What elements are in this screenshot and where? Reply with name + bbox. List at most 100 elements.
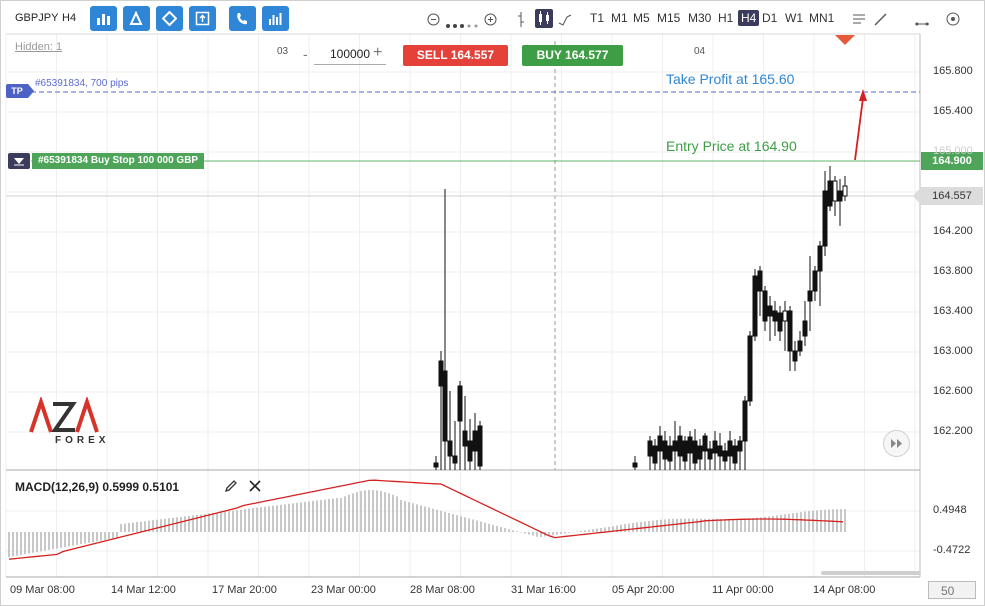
candle-body [767, 305, 773, 317]
candle-body [762, 290, 768, 322]
arrow-down-icon [14, 158, 24, 166]
candle-body [747, 335, 753, 402]
candle-body [467, 440, 473, 462]
candle-body [452, 455, 458, 464]
price-tick: 163.800 [933, 265, 973, 277]
candle-body [782, 310, 788, 322]
candle-body [787, 310, 793, 352]
zoom-level-box[interactable]: 50 [928, 581, 976, 599]
hidden-objects-link[interactable]: Hidden: 1 [15, 41, 62, 53]
candle-body [722, 450, 728, 462]
buy-button[interactable]: BUY 164.577 [522, 45, 623, 66]
date-tick: 11 Apr 00:00 [712, 584, 774, 596]
quantity-plus-button[interactable]: + [373, 44, 382, 62]
candle-body [457, 385, 463, 422]
date-tick: 31 Mar 16:00 [511, 584, 576, 596]
candle-body [442, 370, 448, 442]
scroll-to-end-button[interactable] [883, 430, 910, 457]
sell-button[interactable]: SELL 164.557 [403, 45, 508, 66]
candle-body [797, 340, 803, 352]
candle-body [667, 445, 673, 462]
order-label[interactable]: #65391834 Buy Stop 100 000 GBP [32, 153, 205, 169]
candle-body [822, 190, 828, 247]
candle-body [472, 430, 478, 452]
candle-body [647, 440, 653, 457]
candle-body [632, 462, 638, 468]
candle-body [732, 445, 738, 464]
candle-body [692, 440, 698, 464]
date-tick: 14 Apr 08:00 [813, 584, 876, 596]
candle-body [842, 185, 848, 197]
fast-forward-icon [891, 439, 902, 448]
candle-body [812, 270, 818, 292]
candle-body [752, 275, 758, 337]
edit-indicator-icon[interactable] [224, 479, 238, 498]
candle-body [477, 425, 483, 467]
candle-body [792, 350, 798, 362]
chart-grid [5, 34, 920, 577]
logo-subtext: FOREX [55, 435, 110, 446]
candle-body [757, 270, 763, 292]
tp-tag[interactable]: TP [6, 84, 28, 98]
date-tick: 09 Mar 08:00 [10, 584, 75, 596]
candle-body [727, 440, 733, 457]
price-tick: 162.600 [933, 385, 973, 397]
tp-order-text: #65391834, 700 pips [35, 78, 129, 89]
candle-body [737, 440, 743, 452]
candle-body [447, 440, 453, 457]
session-label-right: 04 [694, 46, 706, 57]
date-tick: 28 Mar 08:00 [410, 584, 475, 596]
candle-body [807, 290, 813, 302]
candle-body [682, 440, 688, 462]
price-tick: 165.000 [933, 145, 973, 157]
price-chart[interactable] [1, 1, 984, 605]
logo-graphic [29, 395, 99, 433]
horizontal-scrollbar[interactable] [821, 571, 921, 575]
candle-body [712, 440, 718, 454]
candle-body [462, 430, 468, 447]
candle-body [652, 445, 658, 464]
date-tick: 14 Mar 12:00 [111, 584, 176, 596]
current-price-tag: 164.557 [921, 187, 983, 205]
entry-price-annotation: Entry Price at 164.90 [666, 138, 797, 154]
candle-body [707, 448, 713, 460]
candle-body [777, 312, 783, 332]
tp-arrow-head [859, 89, 867, 101]
candle-body [717, 445, 723, 457]
date-tick: 17 Mar 20:00 [212, 584, 277, 596]
candle-body [702, 435, 708, 452]
macd-tick: 0.4948 [933, 504, 967, 516]
price-tick: 164.200 [933, 225, 973, 237]
candle-body [657, 435, 663, 452]
candle-body [662, 440, 668, 460]
candle-body [832, 180, 838, 202]
macd-label: MACD(12,26,9) 0.5999 0.5101 [15, 480, 180, 494]
quantity-minus-button[interactable]: - [303, 46, 308, 62]
macd-histogram [8, 490, 846, 558]
price-tick: 163.400 [933, 305, 973, 317]
candle-body [802, 320, 808, 337]
candle-body [677, 435, 683, 457]
tp-arrow-line [854, 97, 864, 161]
candle-body [438, 360, 444, 387]
candle-body [672, 440, 678, 452]
take-profit-annotation: Take Profit at 165.60 [666, 71, 795, 87]
candle-body [697, 445, 703, 460]
candlestick-series [433, 166, 848, 470]
session-label-left: 03 [277, 46, 289, 57]
aza-forex-logo: FOREX [29, 395, 105, 446]
candle-body [772, 310, 778, 322]
candle-body [433, 462, 439, 468]
candle-body [687, 436, 693, 454]
price-tick: 163.000 [933, 345, 973, 357]
order-expand-button[interactable] [8, 153, 30, 169]
price-tick: 165.800 [933, 65, 973, 77]
candle-body [837, 190, 843, 202]
close-indicator-icon[interactable] [248, 479, 262, 498]
candle-body [827, 180, 833, 207]
date-tick: 05 Apr 20:00 [612, 584, 675, 596]
current-price-arrow [913, 187, 921, 205]
time-marker-icon [835, 35, 855, 45]
trading-chart-window: GBPJPY H4 T1 M1 M5 M15 M30 H1 H4 D1 W1 M… [0, 0, 985, 606]
candle-body [817, 245, 823, 272]
